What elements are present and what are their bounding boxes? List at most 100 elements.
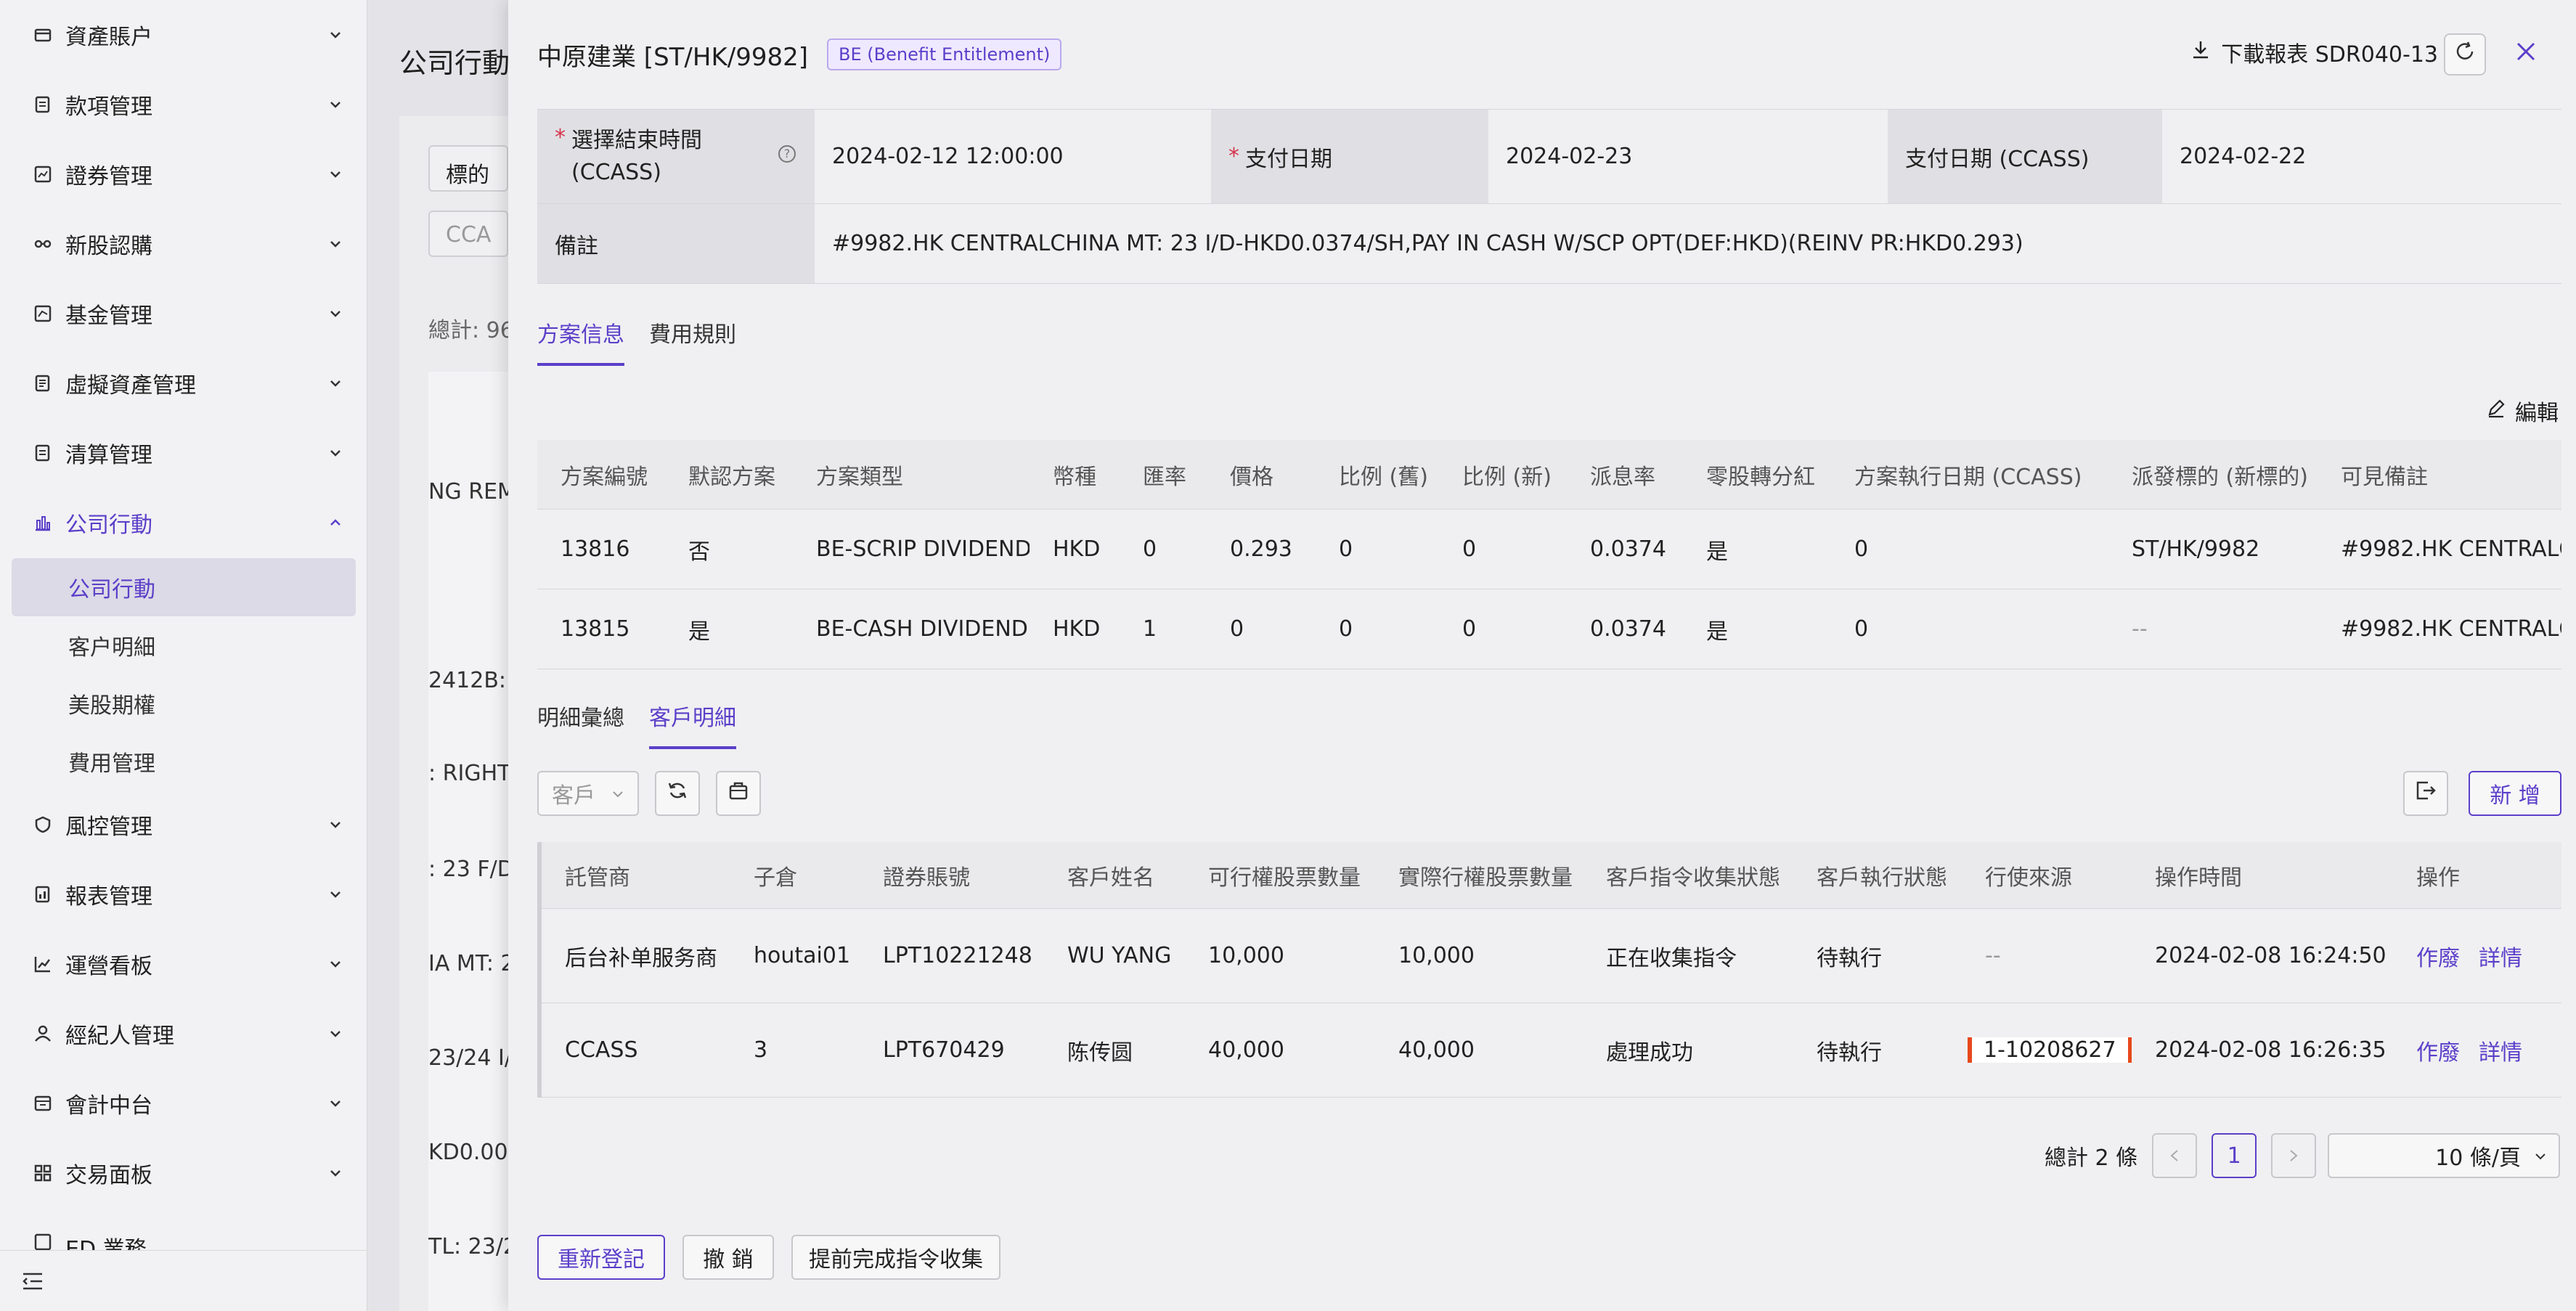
- sidebar-item-label: 新股認購: [65, 234, 152, 259]
- shield-icon: [32, 814, 54, 836]
- background-cell: : 23 F/D-: [428, 857, 508, 882]
- add-button[interactable]: 新 增: [2469, 771, 2561, 816]
- close-icon[interactable]: [2515, 41, 2537, 68]
- table-cell: 0: [1143, 536, 1157, 562]
- sidebar-subitem-corporate-actions[interactable]: 公司行動: [68, 558, 155, 616]
- tab-fee-rules[interactable]: 費用規則: [649, 316, 736, 366]
- column-header: 默認方案: [688, 464, 775, 490]
- chevron-down-icon: [326, 1024, 345, 1043]
- sidebar-item-broker-mgmt[interactable]: 經紀人管理: [32, 1005, 345, 1063]
- refresh-button[interactable]: [2444, 33, 2486, 75]
- collapse-menu-icon[interactable]: [22, 1271, 44, 1296]
- end-time-label-cell: * 選擇結束時間 (CCASS) ?: [537, 110, 815, 203]
- chevron-down-icon: [326, 815, 345, 834]
- page-number[interactable]: 1: [2212, 1133, 2257, 1178]
- table-cell: --: [2132, 616, 2148, 642]
- re-register-button[interactable]: 重新登記: [537, 1235, 665, 1280]
- table-cell: CCASS: [565, 1037, 638, 1063]
- tab-detail-summary[interactable]: 明細彙總: [537, 700, 624, 749]
- table-cell: 10,000: [1398, 943, 1475, 968]
- sidebar-item-corporate-actions[interactable]: 公司行動: [32, 494, 345, 552]
- sidebar-subitem-fee-mgmt[interactable]: 費用管理: [68, 732, 155, 791]
- sidebar-item-trading-panel[interactable]: 交易面板: [32, 1144, 345, 1202]
- sidebar-item-reports[interactable]: 報表管理: [32, 865, 345, 923]
- sidebar-item-funds[interactable]: 款項管理: [32, 75, 345, 134]
- detail-link[interactable]: 詳情: [2479, 940, 2522, 972]
- svg-text:?: ?: [784, 147, 791, 160]
- scheme-tabs: 方案信息 費用規則: [537, 316, 736, 366]
- chevron-down-icon: [611, 781, 624, 806]
- tab-scheme-info[interactable]: 方案信息: [537, 316, 624, 366]
- help-icon[interactable]: ?: [777, 144, 797, 170]
- column-header: 方案編號: [561, 464, 648, 490]
- table-cell: 13815: [561, 616, 630, 642]
- page-size-select[interactable]: 10 條/頁: [2328, 1133, 2560, 1178]
- export-button[interactable]: [2403, 771, 2448, 816]
- sidebar-item-clearing[interactable]: 清算管理: [32, 424, 345, 482]
- sidebar-item-securities[interactable]: 證券管理: [32, 145, 345, 203]
- sidebar-item-virtual-assets[interactable]: 虛擬資產管理: [32, 354, 345, 412]
- cancel-button[interactable]: 撤 銷: [682, 1235, 774, 1280]
- column-header: 可見備註: [2341, 464, 2428, 490]
- background-date-input[interactable]: CCA: [428, 211, 508, 257]
- detail-link[interactable]: 詳情: [2479, 1034, 2522, 1066]
- sidebar-item-ed[interactable]: ED 業務: [32, 1214, 345, 1250]
- prev-page-button[interactable]: [2152, 1133, 2198, 1178]
- edit-icon: [2486, 398, 2506, 424]
- table-cell: 否: [688, 539, 710, 565]
- chevron-down-icon: [326, 885, 345, 904]
- sidebar-subitem-us-options[interactable]: 美股期權: [68, 674, 155, 732]
- link-icon: [32, 233, 54, 255]
- table-cell: 后台补单服务商: [565, 945, 717, 971]
- table-cell: 2024-02-08 16:24:50: [2155, 943, 2387, 968]
- void-link[interactable]: 作廢: [2416, 1034, 2460, 1066]
- pay-date-ccass-label: 支付日期 (CCASS): [1888, 110, 2162, 203]
- sidebar-item-assets[interactable]: 資產賬户: [32, 6, 345, 64]
- next-page-button[interactable]: [2271, 1133, 2317, 1178]
- table-cell: 是: [1706, 539, 1728, 565]
- pay-date-label: 支付日期: [1245, 146, 1332, 172]
- sidebar-item-label: ED 業務: [65, 1237, 147, 1250]
- background-table: [428, 372, 508, 1311]
- column-header: 操作: [2416, 865, 2460, 891]
- reload-button[interactable]: [655, 771, 700, 816]
- background-cell: 2412B: F: [428, 668, 508, 693]
- sidebar-item-risk[interactable]: 風控管理: [32, 796, 345, 854]
- table-row: 13816 否 BE-SCRIP DIVIDEND HKD 0 0.293 0 …: [537, 510, 2561, 589]
- background-total: 總計: 96: [428, 318, 508, 343]
- column-header: 比例 (舊): [1339, 464, 1428, 490]
- sidebar-item-label: 公司行動: [65, 512, 152, 538]
- table-cell: #9982.HK CENTRALCHINA: [2341, 616, 2561, 642]
- bag-icon: [727, 780, 749, 807]
- sidebar-item-ipo[interactable]: 新股認購: [32, 215, 345, 273]
- clear-button[interactable]: [716, 771, 761, 816]
- sidebar-subitem-client-details[interactable]: 客户明細: [68, 616, 155, 674]
- edit-button[interactable]: 編輯: [2486, 395, 2559, 427]
- void-link[interactable]: 作廢: [2416, 940, 2460, 972]
- info-table: * 選擇結束時間 (CCASS) ? 2024-02-12 12:00:00 * 支…: [537, 109, 2561, 284]
- background-cell: TL: 23/24: [428, 1234, 508, 1259]
- table-cell: ST/HK/9982: [2132, 536, 2260, 562]
- chevron-down-icon: [326, 444, 345, 462]
- sidebar-item-label: 資產賬户: [65, 25, 152, 50]
- sidebar-item-operations-board[interactable]: 運營看板: [32, 935, 345, 993]
- tab-client-details[interactable]: 客戶明細: [649, 700, 736, 749]
- sidebar-item-fund-mgmt[interactable]: 基金管理: [32, 285, 345, 343]
- table-cell: 是: [1706, 618, 1728, 645]
- column-header: 零股轉分紅: [1706, 464, 1815, 490]
- table-cell: 待執行: [1817, 945, 1882, 971]
- download-report-button[interactable]: 下載報表 SDR040-13: [2190, 36, 2438, 68]
- table-cell: 40,000: [1398, 1037, 1475, 1063]
- sidebar-item-label: 清算管理: [65, 443, 152, 468]
- page-size-value: 10 條/頁: [2435, 1145, 2521, 1171]
- complete-collection-button[interactable]: 提前完成指令收集: [791, 1235, 1000, 1280]
- column-header: 方案執行日期 (CCASS): [1854, 464, 2082, 490]
- client-select[interactable]: 客戶: [537, 771, 639, 816]
- sidebar-item-label: 運營看板: [65, 954, 152, 979]
- chevron-down-icon: [326, 374, 345, 393]
- sidebar-item-accounting[interactable]: 會計中台: [32, 1074, 345, 1132]
- trend-icon: [32, 953, 54, 975]
- background-select[interactable]: 標的: [428, 145, 508, 192]
- required-mark: *: [555, 124, 566, 150]
- table-cell: BE-CASH DIVIDEND: [816, 616, 1028, 642]
